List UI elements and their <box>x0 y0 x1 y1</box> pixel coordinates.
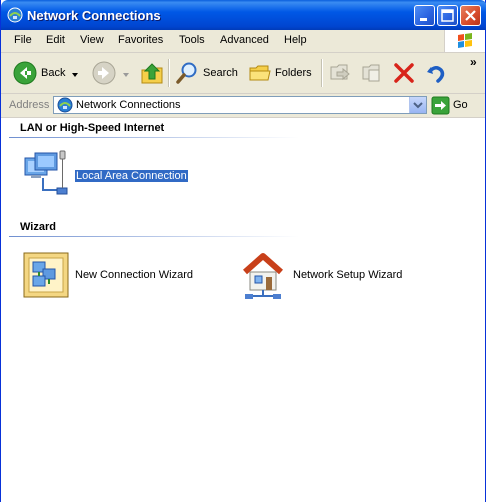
copy-to-icon <box>362 64 380 82</box>
address-input[interactable]: Network Connections <box>53 96 427 114</box>
chevron-down-icon <box>123 73 129 77</box>
local-area-connection-icon <box>21 150 71 201</box>
toolbar-separator <box>321 59 323 87</box>
go-button[interactable]: Go <box>431 96 481 115</box>
back-button[interactable] <box>13 61 37 88</box>
toolbar-overflow-chevron[interactable]: » <box>470 55 477 69</box>
go-arrow-icon <box>431 96 450 115</box>
undo-icon <box>427 66 445 83</box>
new-connection-wizard-item[interactable]: New Connection Wizard <box>21 250 221 300</box>
menu-file[interactable]: File <box>14 34 32 46</box>
network-setup-wizard-icon <box>241 250 289 303</box>
maximize-icon <box>441 9 454 22</box>
explorer-window: Network Connections File Edit View Favor… <box>0 0 486 502</box>
local-area-connection-label[interactable]: Local Area Connection <box>74 169 189 183</box>
forward-button[interactable] <box>92 61 116 88</box>
address-dropdown-button[interactable] <box>409 97 426 113</box>
network-setup-wizard-label[interactable]: Network Setup Wizard <box>293 269 402 281</box>
toolbar-separator <box>168 59 170 87</box>
title-bar[interactable]: Network Connections <box>1 0 486 30</box>
minimize-icon <box>420 18 427 21</box>
menu-view[interactable]: View <box>80 34 104 46</box>
new-connection-wizard-label[interactable]: New Connection Wizard <box>75 269 193 281</box>
group-divider <box>9 137 299 138</box>
standard-toolbar: Back Search Folders » <box>1 53 485 94</box>
forward-dropdown[interactable] <box>123 69 130 81</box>
menu-edit[interactable]: Edit <box>46 34 65 46</box>
new-connection-wizard-icon <box>21 250 71 303</box>
folders-button[interactable] <box>248 61 272 88</box>
address-bar: Address Network Connections Go <box>1 94 485 118</box>
undo-button[interactable] <box>424 61 448 88</box>
menu-tools[interactable]: Tools <box>179 34 205 46</box>
menu-help[interactable]: Help <box>284 34 307 46</box>
chevron-down-icon <box>72 73 78 77</box>
folder-view: LAN or High-Speed Internet Local Area Co… <box>1 118 485 502</box>
go-label[interactable]: Go <box>453 99 468 111</box>
search-icon <box>176 62 197 84</box>
window-title: Network Connections <box>27 8 161 23</box>
folders-icon <box>249 65 271 81</box>
search-label[interactable]: Search <box>203 67 238 79</box>
back-label[interactable]: Back <box>41 67 65 79</box>
group-header-lan: LAN or High-Speed Internet <box>20 122 165 134</box>
search-button[interactable] <box>175 61 199 88</box>
delete-icon <box>394 63 414 83</box>
copy-to-button[interactable] <box>360 61 384 88</box>
group-header-wizard: Wizard <box>20 221 56 233</box>
close-button[interactable] <box>460 5 481 26</box>
maximize-button[interactable] <box>437 5 458 26</box>
up-button[interactable] <box>140 60 164 89</box>
forward-arrow-icon <box>92 61 116 85</box>
address-value: Network Connections <box>76 99 181 111</box>
close-icon <box>465 10 476 21</box>
move-to-button[interactable] <box>328 61 352 88</box>
address-label: Address <box>9 99 50 111</box>
network-connections-icon <box>57 97 73 116</box>
network-connections-icon <box>7 7 23 23</box>
folders-label[interactable]: Folders <box>275 67 312 79</box>
local-area-connection-item[interactable]: Local Area Connection <box>21 150 191 198</box>
windows-logo-icon <box>444 30 485 52</box>
minimize-button[interactable] <box>414 5 435 26</box>
move-to-icon <box>330 64 350 81</box>
chevron-down-icon <box>413 102 423 109</box>
menu-favorites[interactable]: Favorites <box>118 34 163 46</box>
network-setup-wizard-item[interactable]: Network Setup Wizard <box>241 250 441 300</box>
group-divider <box>9 236 299 237</box>
up-folder-icon <box>141 63 163 84</box>
delete-button[interactable] <box>392 61 416 88</box>
menu-bar: File Edit View Favorites Tools Advanced … <box>1 30 485 53</box>
menu-advanced[interactable]: Advanced <box>220 34 269 46</box>
back-arrow-icon <box>13 61 37 85</box>
back-dropdown[interactable] <box>72 69 79 81</box>
